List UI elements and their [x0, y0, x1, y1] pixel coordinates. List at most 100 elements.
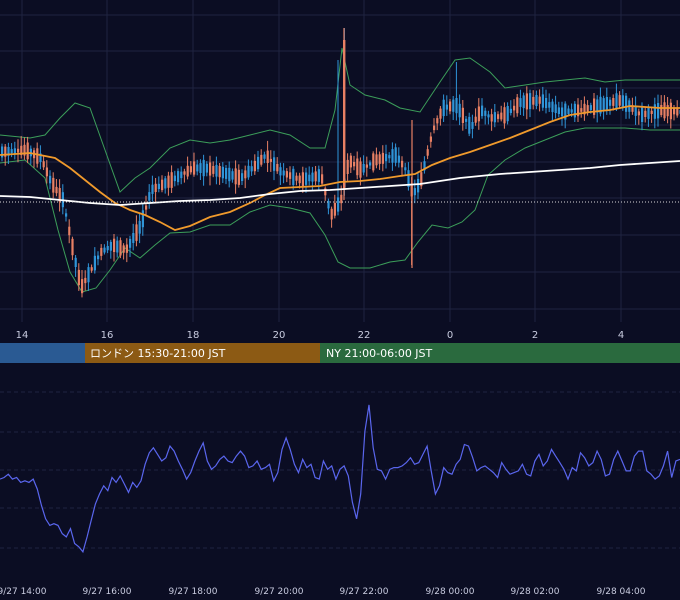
candle-body — [353, 162, 356, 167]
candle-body — [305, 172, 308, 185]
candle-body — [65, 213, 68, 217]
chart-background — [0, 0, 680, 600]
osc-x-tick-label: 9/27 18:00 — [168, 587, 217, 597]
candle-body — [145, 205, 148, 210]
candle-body — [586, 105, 589, 112]
session-ny-label: NY 21:00-06:00 JST — [326, 347, 433, 360]
candle-body — [42, 161, 45, 168]
candle-body — [647, 107, 650, 119]
candle-body — [154, 183, 157, 192]
candle-body — [381, 152, 384, 164]
candle-body — [231, 171, 234, 180]
candle-body — [465, 118, 468, 122]
candle-body — [605, 97, 608, 111]
candle-body — [125, 244, 128, 253]
candle-body — [116, 240, 119, 253]
candle-body — [212, 166, 215, 174]
main-x-tick-label: 14 — [16, 330, 29, 341]
candle-body — [589, 105, 592, 111]
candle-body — [362, 164, 365, 173]
candle-body — [449, 101, 452, 112]
candle-body — [452, 99, 455, 112]
candle-body — [183, 171, 186, 175]
candle-body — [100, 247, 103, 256]
candle-body — [269, 158, 272, 162]
candle-body — [282, 170, 285, 176]
candle-body — [308, 174, 311, 182]
candle-body — [346, 159, 349, 174]
candle-body — [541, 94, 544, 108]
candle-body — [653, 104, 656, 119]
candle-body — [477, 106, 480, 122]
candle-body — [164, 178, 167, 189]
main-x-tick-label: 20 — [273, 330, 286, 341]
candle-body — [375, 154, 378, 166]
candle-body — [378, 154, 381, 164]
candle-body — [436, 118, 439, 124]
candle-body — [529, 93, 532, 110]
candle-body — [205, 163, 208, 173]
candle-body — [68, 226, 71, 236]
candle-body — [401, 160, 404, 168]
candle-body — [177, 171, 180, 183]
candle-body — [391, 149, 394, 163]
candle-body — [580, 108, 583, 112]
candle-body — [429, 136, 432, 142]
candle-body — [455, 98, 458, 114]
candle-body — [138, 220, 141, 234]
candle-body — [372, 153, 375, 171]
candle-body — [81, 279, 84, 294]
candle-body — [260, 154, 263, 165]
candle-body — [87, 267, 90, 283]
candle-body — [666, 105, 669, 117]
candle-body — [157, 183, 160, 189]
candle-body — [186, 165, 189, 177]
candle-body — [394, 147, 397, 163]
candle-body — [333, 202, 336, 216]
candle-body — [93, 255, 96, 271]
session-tokyo — [0, 343, 85, 363]
candle-body — [250, 166, 253, 172]
candle-body — [244, 170, 247, 179]
candle-body — [625, 95, 628, 112]
candle-body — [634, 106, 637, 116]
candle-body — [637, 111, 640, 116]
main-x-tick-label: 0 — [447, 330, 453, 341]
candle-body — [497, 114, 500, 119]
candle-body — [570, 109, 573, 113]
candle-body — [369, 162, 372, 166]
candle-body — [180, 171, 183, 179]
candle-body — [106, 246, 109, 251]
candle-body — [557, 107, 560, 114]
candle-body — [49, 175, 52, 184]
candle-body — [615, 93, 618, 109]
candle-body — [612, 98, 615, 106]
candle-body — [426, 149, 429, 156]
candle-body — [439, 108, 442, 119]
candle-body — [199, 163, 202, 173]
candle-body — [349, 155, 352, 168]
candle-body — [13, 148, 16, 154]
candle-body — [167, 175, 170, 188]
candle-body — [71, 238, 74, 256]
candle-body — [356, 158, 359, 176]
candle-body — [119, 240, 122, 256]
candle-body — [241, 173, 244, 181]
candle-body — [225, 168, 228, 179]
candle-body — [285, 171, 288, 178]
osc-x-tick-label: 9/27 20:00 — [254, 587, 303, 597]
candle-body — [567, 108, 570, 114]
candle-body — [103, 247, 106, 253]
candle-body — [461, 107, 464, 123]
candle-body — [548, 102, 551, 108]
candle-body — [660, 105, 663, 116]
candle-body — [209, 162, 212, 176]
candle-body — [26, 142, 29, 160]
candle-body — [292, 168, 295, 185]
candle-body — [276, 164, 279, 172]
candle-body — [221, 166, 224, 179]
candle-body — [388, 155, 391, 159]
candle-body — [263, 154, 266, 159]
candle-body — [493, 112, 496, 123]
candle-body — [36, 148, 39, 164]
